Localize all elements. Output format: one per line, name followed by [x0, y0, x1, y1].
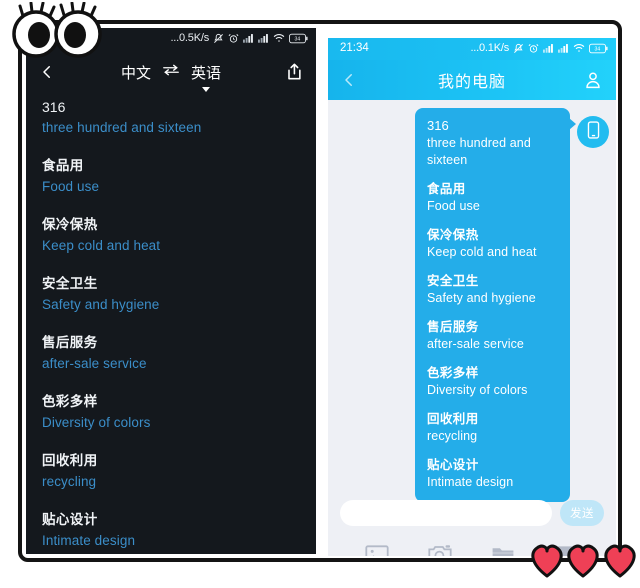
source-text: 保冷保热 — [42, 217, 98, 232]
googly-eyes-sticker — [6, 1, 110, 60]
translation-pair[interactable]: 保冷保热 Keep cold and heat — [427, 227, 558, 261]
message-row: 316 three hundred and sixteen 食品用 Food use 保… — [328, 108, 616, 502]
battery-level-text: 34 — [594, 46, 600, 52]
mute-icon — [513, 43, 524, 54]
chat-bubble[interactable]: 316 three hundred and sixteen 食品用 Food use 保… — [415, 108, 576, 502]
left-network-speed: ...0.5K/s — [170, 32, 209, 44]
signal-icon — [243, 33, 254, 43]
page-title: 我的电脑 — [437, 74, 506, 91]
right-status-clock: 21:34 — [340, 42, 369, 54]
translated-text: after-sale service — [42, 356, 147, 371]
translated-text: Safety and hygiene — [42, 297, 160, 312]
signal-icon — [558, 43, 569, 53]
alarm-icon — [528, 43, 539, 54]
translation-pair[interactable]: 316 three hundred and sixteen — [427, 118, 558, 169]
left-phone-screen: 21:35 ...0.5K/s — [26, 28, 316, 554]
source-text: 贴心设计 — [427, 458, 479, 472]
translated-text: Intimate design — [42, 533, 136, 548]
right-status-indicators: ...0.1K/s 34 — [470, 42, 608, 54]
phone-device-icon — [587, 120, 600, 144]
translation-pair[interactable]: 食品用 Food use — [42, 157, 300, 197]
translated-text: Intimate design — [427, 475, 514, 489]
translation-pair[interactable]: 回收利用 recycling — [42, 452, 300, 492]
translation-pair[interactable]: 贴心设计 Intimate design — [427, 457, 558, 491]
translated-text: recycling — [427, 429, 478, 443]
translation-pair[interactable]: 安全卫生 Safety and hygiene — [427, 273, 558, 307]
translated-text: Safety and hygiene — [427, 291, 536, 305]
source-text: 保冷保热 — [427, 228, 479, 242]
share-button[interactable] — [284, 62, 304, 82]
signal-icon — [258, 33, 269, 43]
mute-icon — [213, 33, 224, 44]
swap-arrows-icon[interactable] — [162, 63, 180, 81]
battery-icon: 34 — [289, 33, 308, 44]
source-text: 贴心设计 — [42, 512, 98, 527]
translated-text: Keep cold and heat — [42, 238, 161, 253]
avatar[interactable] — [577, 116, 609, 148]
translation-pair[interactable]: 色彩多样 Diversity of colors — [427, 365, 558, 399]
wifi-icon — [273, 33, 285, 43]
source-text: 316 — [42, 99, 66, 115]
translated-text: Diversity of colors — [42, 415, 151, 430]
translated-text: after-sale service — [427, 337, 524, 351]
translated-text: three hundred and sixteen — [42, 120, 202, 135]
translation-list[interactable]: 316 three hundred and sixteen 食品用 Food use 保… — [26, 92, 316, 554]
message-input[interactable] — [340, 500, 552, 526]
translation-pair[interactable]: 食品用 Food use — [427, 181, 558, 215]
chat-message-area[interactable]: 316 three hundred and sixteen 食品用 Food use 保… — [328, 100, 616, 502]
person-icon[interactable] — [582, 69, 604, 91]
translation-pair[interactable]: 色彩多样 Diversity of colors — [42, 393, 300, 433]
translation-pair[interactable]: 316 three hundred and sixteen — [42, 98, 300, 138]
translation-pair[interactable]: 安全卫生 Safety and hygiene — [42, 275, 300, 315]
source-text: 回收利用 — [42, 453, 98, 468]
translation-pair[interactable]: 售后服务 after-sale service — [42, 334, 300, 374]
translated-text: Food use — [427, 199, 480, 213]
heart-sticker — [527, 538, 639, 580]
wifi-icon — [573, 43, 585, 53]
source-text: 售后服务 — [42, 335, 98, 350]
folder-icon[interactable] — [491, 544, 517, 556]
translated-text: Keep cold and heat — [427, 245, 537, 259]
target-language-label: 英语 — [191, 64, 222, 82]
message-input-bar: 发送 — [328, 492, 616, 534]
translated-text: three hundred and sixteen — [427, 136, 531, 167]
source-text: 色彩多样 — [427, 366, 479, 380]
target-language[interactable]: 英语 — [191, 62, 222, 92]
source-text: 食品用 — [42, 158, 84, 173]
source-text: 安全卫生 — [427, 274, 479, 288]
left-status-indicators: ...0.5K/s 34 — [170, 32, 308, 44]
source-text: 售后服务 — [427, 320, 479, 334]
translation-pair[interactable]: 保冷保热 Keep cold and heat — [42, 216, 300, 256]
source-text: 回收利用 — [427, 412, 479, 426]
battery-level-text: 34 — [294, 36, 300, 42]
image-icon[interactable] — [364, 544, 391, 556]
alarm-icon — [228, 33, 239, 44]
translated-text: Food use — [42, 179, 100, 194]
send-button[interactable]: 发送 — [560, 500, 604, 526]
translated-text: recycling — [42, 474, 97, 489]
back-button[interactable] — [38, 63, 56, 81]
source-text: 316 — [427, 118, 449, 133]
right-phone-screen: 21:34 ...0.1K/s 34 我的电脑 316 three hundre… — [328, 38, 616, 556]
signal-icon — [543, 43, 554, 53]
right-status-bar: 21:34 ...0.1K/s 34 — [328, 38, 616, 60]
battery-icon: 34 — [589, 43, 608, 54]
language-switcher[interactable]: 中文 英语 — [121, 62, 222, 92]
translation-pair[interactable]: 回收利用 recycling — [427, 411, 558, 445]
camera-icon[interactable] — [427, 544, 454, 556]
source-text: 食品用 — [427, 182, 466, 196]
source-language[interactable]: 中文 — [121, 62, 151, 83]
right-header-bar: 我的电脑 — [328, 60, 616, 100]
source-text: 色彩多样 — [42, 394, 98, 409]
translated-text: Diversity of colors — [427, 383, 528, 397]
back-button[interactable] — [340, 71, 358, 89]
translation-pair[interactable]: 售后服务 after-sale service — [427, 319, 558, 353]
chevron-down-icon — [202, 86, 210, 92]
source-text: 安全卫生 — [42, 276, 98, 291]
translation-pair[interactable]: 贴心设计 Intimate design — [42, 511, 300, 551]
right-network-speed: ...0.1K/s — [470, 42, 509, 54]
screenshot-root: 21:35 ...0.5K/s — [0, 0, 640, 588]
